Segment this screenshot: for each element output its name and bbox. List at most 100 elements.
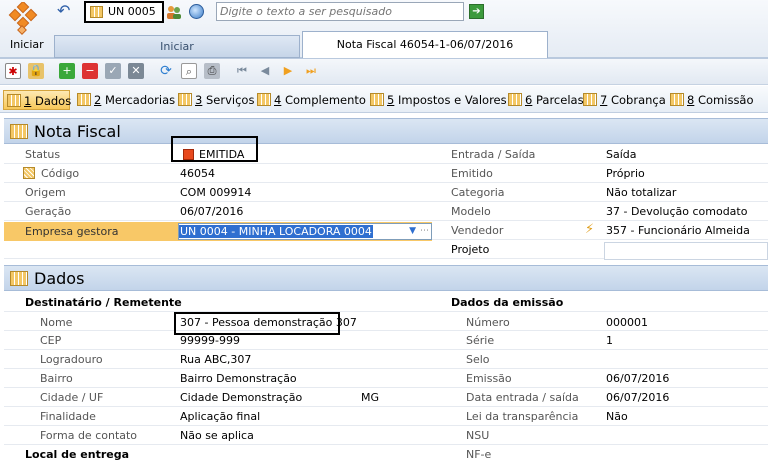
calendar-icon	[508, 93, 522, 106]
empresa-value: UN 0004 - MINHA LOCADORA 0004	[179, 225, 373, 238]
data-es-value: 06/07/2016	[606, 391, 670, 404]
subtab-cobranca[interactable]: 7 Cobrança	[580, 90, 666, 110]
table-row	[4, 407, 768, 426]
calendar-icon	[77, 93, 91, 106]
bairro-label: Bairro	[40, 372, 73, 385]
subtab-parcelas[interactable]: 6 Parcelas	[505, 90, 584, 110]
cidade-label: Cidade / UF	[40, 391, 104, 404]
iniciar-logo-icon[interactable]	[8, 2, 38, 36]
more-icon[interactable]: ⋯	[419, 224, 430, 239]
geracao-value: 06/07/2016	[180, 205, 244, 218]
globe-icon[interactable]	[189, 4, 204, 19]
emissao-label: Emissão	[466, 372, 512, 385]
categoria-value: Não totalizar	[606, 186, 677, 199]
calendar-icon	[583, 93, 597, 106]
tab-nota-fiscal[interactable]: Nota Fiscal 46054-1-06/07/2016	[302, 31, 548, 58]
confirm-icon[interactable]: ✓	[105, 63, 121, 79]
search-input[interactable]	[216, 2, 464, 21]
record-toolbar: ✱ 🔒 + − ✓ ✕ ⟳ ⌕ ⎙ ⏮ ◀ ▶ ⏭	[0, 59, 768, 85]
subtab-complemento[interactable]: 4 Complemento	[254, 90, 366, 110]
search-go-button[interactable]: ➔	[469, 4, 484, 19]
subtab-servicos[interactable]: 3 Serviços	[175, 90, 254, 110]
first-record-icon[interactable]: ⏮	[234, 63, 250, 79]
forma-contato-label: Forma de contato	[40, 429, 138, 442]
nsu-label: NSU	[466, 429, 490, 442]
status-label: Status	[25, 148, 61, 161]
table-row	[4, 164, 768, 183]
data-es-label: Data entrada / saída	[466, 391, 579, 404]
calendar-icon	[670, 93, 684, 106]
section-dados-header: Dados	[4, 265, 768, 291]
modelo-value: 37 - Devolução comodato	[606, 205, 748, 218]
emissao-header: Dados da emissão	[451, 296, 564, 309]
section-tabs: 1 Dados 2 Mercadorias 3 Serviços 4 Compl…	[0, 86, 768, 113]
calendar-icon	[257, 93, 271, 106]
calendar-icon	[370, 93, 384, 106]
next-record-icon[interactable]: ▶	[280, 63, 296, 79]
cep-label: CEP	[40, 334, 62, 347]
section-nota-fiscal-header: Nota Fiscal	[4, 118, 768, 144]
geracao-label: Geração	[25, 205, 72, 218]
finalidade-label: Finalidade	[40, 410, 96, 423]
previous-record-icon[interactable]: ◀	[257, 63, 273, 79]
empresa-gestora-select[interactable]: UN 0004 - MINHA LOCADORA 0004 ▼ ⋯	[178, 223, 432, 240]
calendar-icon	[178, 93, 192, 106]
refresh-icon[interactable]: ⟳	[158, 63, 174, 79]
unit-select-value: UN 0005	[108, 5, 156, 18]
add-icon[interactable]: +	[59, 63, 75, 79]
print-icon[interactable]: ⎙	[204, 63, 220, 79]
categoria-label: Categoria	[451, 186, 505, 199]
codigo-label: Código	[41, 167, 80, 180]
cidade-value: Cidade Demonstração	[180, 391, 303, 404]
entrada-value: Saída	[606, 148, 637, 161]
vendedor-label: Vendedor	[451, 224, 504, 237]
table-row	[4, 350, 768, 369]
origem-label: Origem	[25, 186, 66, 199]
selo-label: Selo	[466, 353, 490, 366]
numero-label: Número	[466, 316, 510, 329]
subtab-impostos[interactable]: 5 Impostos e Valores	[367, 90, 507, 110]
lock-icon[interactable]: 🔒	[28, 63, 44, 79]
subtab-mercadorias[interactable]: 2 Mercadorias	[74, 90, 175, 110]
emitido-value: Próprio	[606, 167, 645, 180]
table-row	[4, 145, 768, 164]
calendar-icon	[10, 271, 28, 286]
cep-value: 99999-999	[180, 334, 240, 347]
remove-icon[interactable]: −	[82, 63, 98, 79]
bairro-value: Bairro Demonstração	[180, 372, 297, 385]
logradouro-label: Logradouro	[40, 353, 103, 366]
calendar-icon	[90, 6, 103, 18]
origem-value: COM 009914	[180, 186, 252, 199]
preview-icon[interactable]: ⌕	[181, 63, 197, 79]
status-highlight	[171, 136, 258, 162]
subtab-comissao[interactable]: 8 Comissão	[667, 90, 754, 110]
projeto-input[interactable]	[604, 242, 768, 260]
numero-value: 000001	[606, 316, 648, 329]
lei-transparencia-value: Não	[606, 410, 628, 423]
lightning-icon[interactable]: ⚡	[585, 222, 594, 237]
edit-icon	[23, 167, 35, 179]
cancel-icon[interactable]: ✕	[128, 63, 144, 79]
subtab-dados[interactable]: 1 Dados	[3, 90, 71, 110]
table-row	[4, 312, 768, 331]
section-title: Dados	[34, 269, 85, 288]
serie-value: 1	[606, 334, 613, 347]
undo-icon[interactable]: ↶	[57, 3, 73, 19]
modelo-label: Modelo	[451, 205, 491, 218]
vendedor-value: 357 - Funcionário Almeida 357	[606, 224, 750, 256]
last-record-icon[interactable]: ⏭	[303, 63, 319, 79]
people-icon[interactable]	[166, 5, 182, 19]
destinatario-header: Destinatário / Remetente	[25, 296, 182, 309]
entrada-label: Entrada / Saída	[451, 148, 536, 161]
chevron-down-icon[interactable]: ▼	[408, 224, 417, 239]
unit-select[interactable]: UN 0005	[84, 1, 164, 23]
nome-label: Nome	[40, 316, 73, 329]
lei-transparencia-label: Lei da transparência	[466, 410, 579, 423]
finalidade-value: Aplicação final	[180, 410, 261, 423]
tab-iniciar[interactable]: Iniciar	[54, 35, 300, 58]
logradouro-value: Rua ABC,307	[180, 353, 252, 366]
new-record-icon[interactable]: ✱	[5, 63, 21, 79]
calendar-icon	[10, 124, 28, 139]
iniciar-label[interactable]: Iniciar	[10, 38, 44, 51]
emissao-value: 06/07/2016	[606, 372, 670, 385]
